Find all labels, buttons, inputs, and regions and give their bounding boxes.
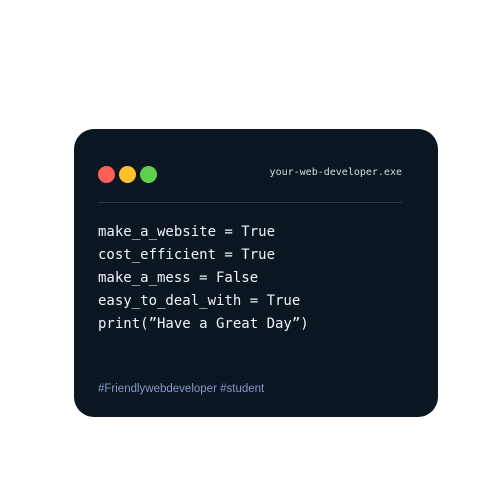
code-line: make_a_website = True: [98, 224, 276, 240]
title-divider: [98, 202, 402, 203]
code-line: cost_efficient = True: [98, 247, 276, 263]
terminal-window: your-web-developer.exe make_a_website = …: [74, 129, 438, 417]
code-line: make_a_mess = False: [98, 270, 259, 286]
code-block: make_a_website = True cost_efficient = T…: [98, 221, 309, 336]
window-controls: [98, 166, 157, 183]
window-title: your-web-developer.exe: [269, 167, 402, 178]
minimize-dot-icon[interactable]: [119, 166, 136, 183]
close-dot-icon[interactable]: [98, 166, 115, 183]
code-line: print(”Have a Great Day”): [98, 316, 309, 332]
maximize-dot-icon[interactable]: [140, 166, 157, 183]
hashtags: #Friendlywebdeveloper #student: [98, 383, 265, 395]
code-line: easy_to_deal_with = True: [98, 293, 301, 309]
